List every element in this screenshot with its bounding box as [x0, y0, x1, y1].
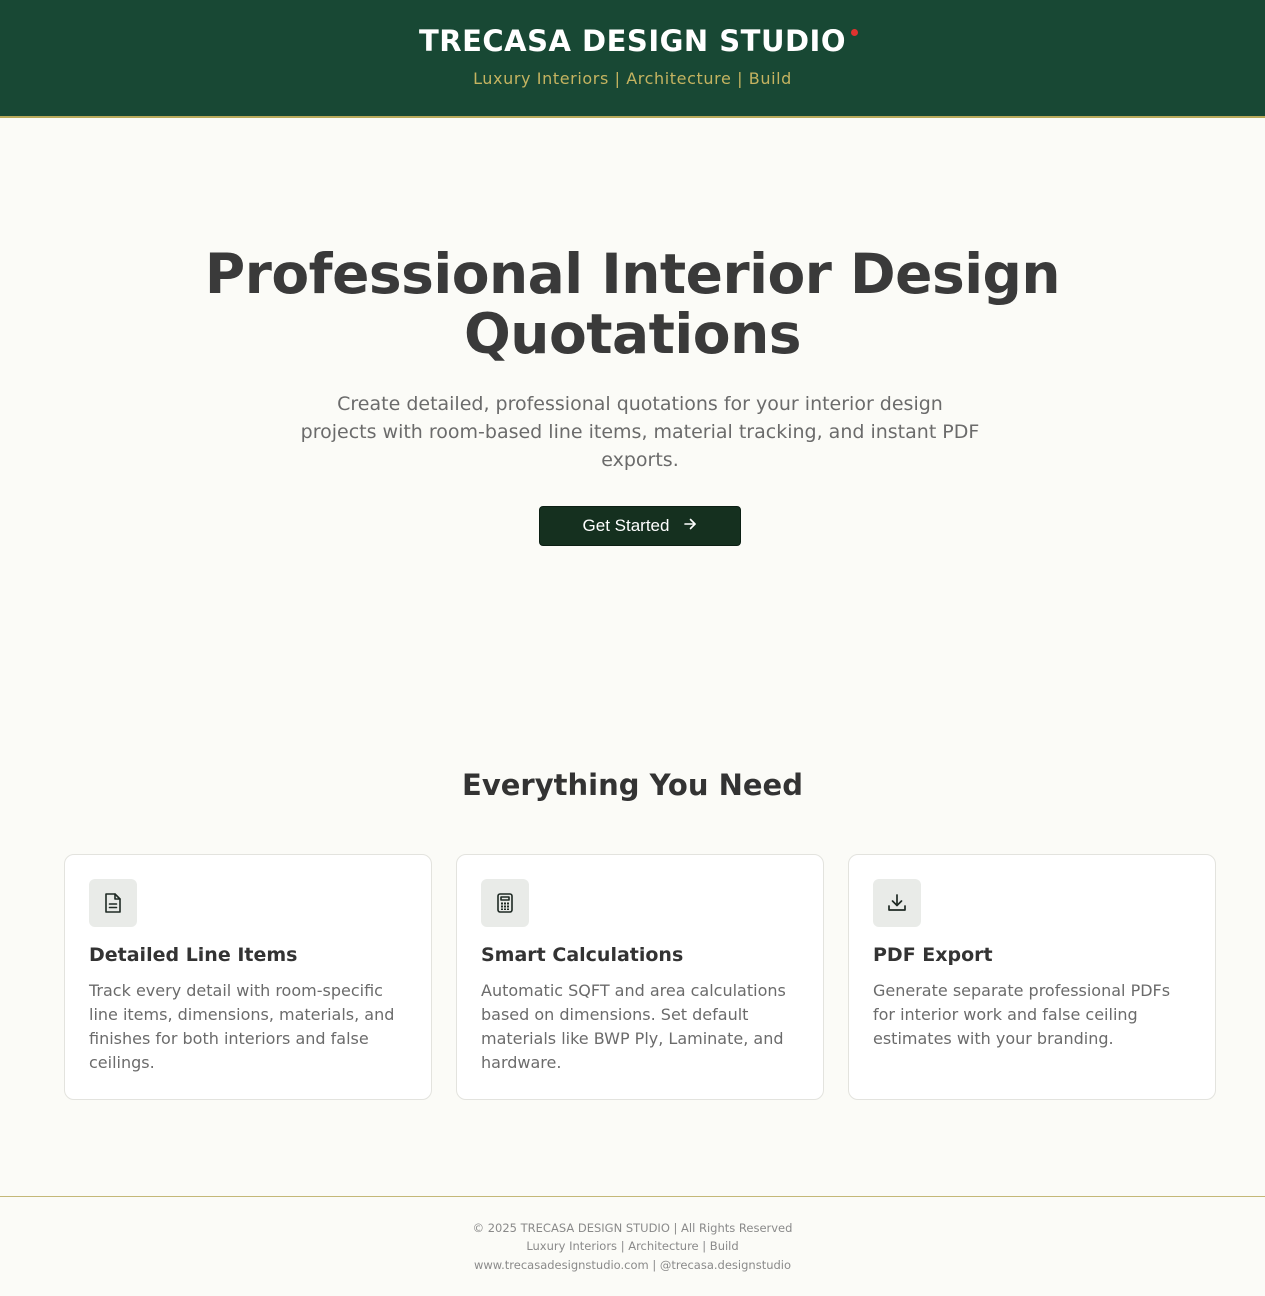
features-title: Everything You Need — [462, 768, 803, 802]
arrow-right-icon — [683, 517, 697, 536]
feature-description: Automatic SQFT and area calculations bas… — [481, 981, 786, 1072]
feature-title: PDF Export — [873, 944, 993, 966]
hero-subtitle: Create detailed, professional quotations… — [300, 393, 980, 471]
get-started-label: Get Started — [582, 516, 670, 535]
feature-title: Detailed Line Items — [89, 944, 298, 966]
feature-title: Smart Calculations — [481, 944, 684, 966]
brand-dot-icon — [851, 29, 859, 36]
calculator-icon — [481, 879, 529, 927]
footer-copyright: © 2025 TRECASA DESIGN STUDIO | All Right… — [472, 1221, 793, 1235]
header-tagline: Luxury Interiors | Architecture | Build — [473, 69, 792, 88]
feature-description: Track every detail with room-specific li… — [89, 981, 395, 1072]
site-footer: © 2025 TRECASA DESIGN STUDIO | All Right… — [0, 1196, 1265, 1296]
footer-links[interactable]: www.trecasadesignstudio.com | @trecasa.d… — [0, 1258, 1265, 1272]
hero-title: Professional Interior Design Quotations — [204, 242, 1061, 366]
brand-row: TRECASA DESIGN STUDIO — [0, 24, 1265, 58]
site-header: TRECASA DESIGN STUDIO Luxury Interiors |… — [0, 0, 1265, 118]
document-icon — [89, 879, 137, 927]
brand-logo[interactable]: TRECASA DESIGN STUDIO — [418, 24, 859, 58]
feature-description: Generate separate professional PDFs for … — [873, 981, 1171, 1048]
feature-card-pdf-export: PDF Export Generate separate professiona… — [848, 854, 1216, 1100]
feature-card-line-items: Detailed Line Items Track every detail w… — [64, 854, 432, 1100]
footer-tagline: Luxury Interiors | Architecture | Build — [526, 1239, 739, 1253]
get-started-button[interactable]: Get Started — [539, 506, 741, 546]
download-icon — [873, 879, 921, 927]
feature-card-calculations: Smart Calculations Automatic SQFT and ar… — [456, 854, 824, 1100]
brand-name: TRECASA DESIGN STUDIO — [418, 24, 847, 58]
